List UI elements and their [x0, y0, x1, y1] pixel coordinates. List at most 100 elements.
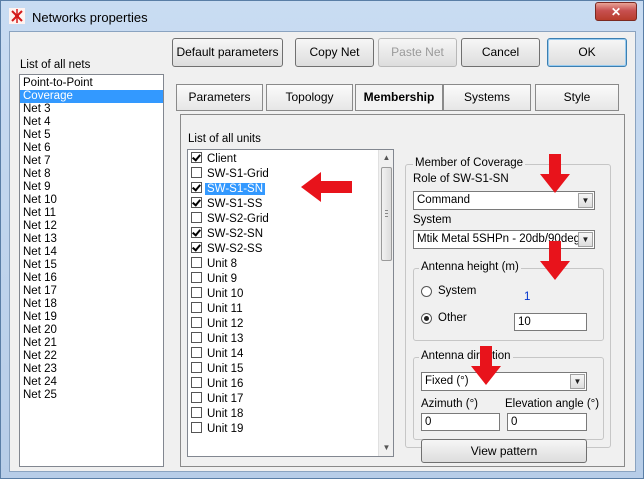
scroll-down-arrow-icon[interactable]: ▼	[379, 440, 393, 456]
unit-list-item[interactable]: Unit 17	[188, 392, 378, 407]
unit-list-item[interactable]: Unit 8	[188, 257, 378, 272]
unit-list-item[interactable]: Unit 15	[188, 362, 378, 377]
unit-list-item[interactable]: Unit 13	[188, 332, 378, 347]
unit-label: SW-S1-SN	[205, 183, 266, 195]
unit-checkbox[interactable]	[191, 287, 202, 298]
unit-list-item[interactable]: SW-S2-SS	[188, 242, 378, 257]
system-label: System	[413, 214, 452, 226]
net-list-item[interactable]: Net 21	[20, 337, 163, 350]
unit-checkbox[interactable]	[191, 257, 202, 268]
chevron-down-icon[interactable]: ▼	[578, 193, 593, 208]
net-list-item[interactable]: Net 20	[20, 324, 163, 337]
unit-checkbox[interactable]	[191, 377, 202, 388]
unit-checkbox[interactable]	[191, 302, 202, 313]
paste-net-button[interactable]: Paste Net	[378, 38, 457, 67]
net-list-item[interactable]: Net 17	[20, 285, 163, 298]
unit-list-item[interactable]: SW-S2-Grid	[188, 212, 378, 227]
net-list-item[interactable]: Net 8	[20, 168, 163, 181]
units-scrollbar[interactable]: ▲ ▼	[378, 150, 393, 456]
net-list-item[interactable]: Net 18	[20, 298, 163, 311]
azimuth-input[interactable]: 0	[421, 413, 500, 431]
net-list-item[interactable]: Net 11	[20, 207, 163, 220]
unit-checkbox[interactable]	[191, 152, 202, 163]
close-button[interactable]: ✕	[595, 2, 637, 21]
net-list-item[interactable]: Net 22	[20, 350, 163, 363]
ok-button[interactable]: OK	[547, 38, 627, 67]
unit-checkbox[interactable]	[191, 407, 202, 418]
antenna-height-other-radio[interactable]	[421, 313, 432, 324]
unit-list-item[interactable]: Unit 19	[188, 422, 378, 437]
unit-checkbox[interactable]	[191, 422, 202, 433]
net-list-item[interactable]: Net 19	[20, 311, 163, 324]
unit-checkbox[interactable]	[191, 347, 202, 358]
unit-checkbox[interactable]	[191, 167, 202, 178]
antenna-height-system-label: System	[438, 285, 477, 297]
tab-membership[interactable]: Membership	[355, 84, 443, 111]
tab-parameters[interactable]: Parameters	[176, 84, 263, 111]
net-list-item[interactable]: Net 3	[20, 103, 163, 116]
tab-systems[interactable]: Systems	[443, 84, 531, 111]
units-list-label: List of all units	[188, 133, 261, 145]
unit-label: Unit 18	[207, 408, 244, 420]
copy-net-button[interactable]: Copy Net	[295, 38, 374, 67]
unit-checkbox[interactable]	[191, 272, 202, 283]
net-list-item[interactable]: Net 9	[20, 181, 163, 194]
scroll-thumb[interactable]	[381, 167, 392, 261]
net-list-item[interactable]: Net 16	[20, 272, 163, 285]
unit-checkbox[interactable]	[191, 392, 202, 403]
unit-list-item[interactable]: Unit 14	[188, 347, 378, 362]
unit-checkbox[interactable]	[191, 317, 202, 328]
direction-mode-dropdown[interactable]: Fixed (°) ▼	[421, 372, 587, 391]
unit-list-item[interactable]: SW-S2-SN	[188, 227, 378, 242]
net-list-item[interactable]: Net 6	[20, 142, 163, 155]
net-list-item[interactable]: Net 13	[20, 233, 163, 246]
elevation-label: Elevation angle (°)	[505, 398, 600, 410]
unit-checkbox[interactable]	[191, 332, 202, 343]
unit-label: Client	[207, 153, 237, 165]
tab-topology[interactable]: Topology	[266, 84, 353, 111]
net-list-item[interactable]: Net 14	[20, 246, 163, 259]
default-parameters-button[interactable]: Default parameters	[172, 38, 283, 67]
chevron-down-icon[interactable]: ▼	[570, 374, 585, 389]
unit-checkbox[interactable]	[191, 242, 202, 253]
antenna-height-other-input[interactable]: 10	[514, 313, 587, 331]
unit-list-item[interactable]: Unit 16	[188, 377, 378, 392]
net-list-item[interactable]: Net 5	[20, 129, 163, 142]
unit-label: Unit 8	[207, 258, 238, 270]
unit-checkbox[interactable]	[191, 182, 202, 193]
unit-list-item[interactable]: Unit 12	[188, 317, 378, 332]
unit-checkbox[interactable]	[191, 227, 202, 238]
cancel-button[interactable]: Cancel	[461, 38, 540, 67]
net-list-item[interactable]: Net 7	[20, 155, 163, 168]
units-list[interactable]: Client SW-S1-Grid SW-S1-SN SW-S1-SS SW-S2-Gr…	[187, 149, 394, 457]
net-list-item[interactable]: Coverage	[20, 90, 163, 103]
antenna-height-system-radio[interactable]	[421, 286, 432, 297]
net-list-item[interactable]: Point-to-Point	[20, 77, 163, 90]
title-bar[interactable]: Networks properties ✕	[1, 1, 643, 31]
antenna-height-label: Antenna height (m)	[419, 261, 521, 273]
net-list-item[interactable]: Net 12	[20, 220, 163, 233]
net-list-item[interactable]: Net 10	[20, 194, 163, 207]
view-pattern-button[interactable]: View pattern	[421, 439, 587, 463]
direction-mode-value: Fixed (°)	[425, 375, 469, 387]
tab-style[interactable]: Style	[535, 84, 619, 111]
net-list-item[interactable]: Net 15	[20, 259, 163, 272]
scroll-up-arrow-icon[interactable]: ▲	[379, 150, 393, 166]
unit-checkbox[interactable]	[191, 197, 202, 208]
unit-checkbox[interactable]	[191, 362, 202, 373]
unit-list-item[interactable]: Unit 18	[188, 407, 378, 422]
elevation-input[interactable]: 0	[507, 413, 587, 431]
unit-list-item[interactable]: Unit 9	[188, 272, 378, 287]
net-list-item[interactable]: Net 25	[20, 389, 163, 402]
unit-list-item[interactable]: Unit 11	[188, 302, 378, 317]
unit-label: Unit 16	[207, 378, 244, 390]
net-list-item[interactable]: Net 23	[20, 363, 163, 376]
nets-list[interactable]: Point-to-Point Coverage Net 3 Net 4 Net 5 Net…	[19, 74, 164, 467]
chevron-down-icon[interactable]: ▼	[578, 232, 593, 247]
unit-list-item[interactable]: Unit 10	[188, 287, 378, 302]
unit-checkbox[interactable]	[191, 212, 202, 223]
net-list-item[interactable]: Net 4	[20, 116, 163, 129]
unit-list-item[interactable]: Client	[188, 152, 378, 167]
antenna-height-system-value: 1	[524, 291, 531, 303]
net-list-item[interactable]: Net 24	[20, 376, 163, 389]
